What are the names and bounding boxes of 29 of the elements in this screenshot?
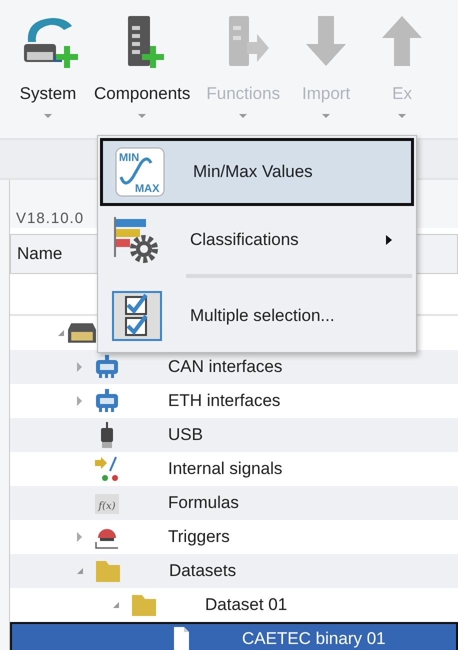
tree-row[interactable]: CAETEC binary 01 bbox=[10, 622, 458, 650]
device-icon bbox=[68, 323, 96, 343]
column-header[interactable]: Name bbox=[11, 244, 62, 264]
tree-item-label: CAETEC binary 01 bbox=[242, 629, 386, 649]
expander-icon[interactable] bbox=[77, 532, 82, 542]
tree-row[interactable]: CAN interfaces bbox=[10, 350, 458, 384]
tree-row[interactable]: USB bbox=[10, 418, 458, 452]
tree-item-label: Dataset 01 bbox=[205, 595, 288, 615]
expander-icon[interactable] bbox=[77, 396, 82, 406]
icon-text: MIN bbox=[119, 152, 140, 164]
menu-item[interactable]: MIN MAX Min/Max Values bbox=[100, 138, 414, 206]
toolbar-button[interactable]: System bbox=[10, 12, 86, 138]
menu-item[interactable]: Multiple selection... bbox=[100, 282, 414, 350]
tree-row[interactable]: f(x) Formulas bbox=[10, 486, 458, 520]
tree-item-label: ETH interfaces bbox=[168, 391, 280, 411]
expander-icon[interactable] bbox=[113, 602, 119, 608]
toolbar-button[interactable]: Components bbox=[86, 12, 198, 138]
tree-row[interactable]: Datasets bbox=[10, 554, 458, 588]
icon-text: f(x) bbox=[98, 501, 116, 512]
tree-item-label: Datasets bbox=[169, 561, 236, 581]
expander-icon[interactable] bbox=[77, 568, 83, 574]
expander-icon[interactable] bbox=[77, 362, 82, 372]
tree-item-label: Formulas bbox=[168, 493, 239, 513]
tree-item-label: USB bbox=[168, 425, 203, 445]
checklist-icon bbox=[112, 291, 162, 341]
icon-text: MAX bbox=[135, 183, 160, 195]
tree-item-label: CAN interfaces bbox=[168, 357, 282, 377]
tree-item-label: Internal signals bbox=[168, 459, 282, 479]
tree-item-label: Triggers bbox=[168, 527, 230, 547]
